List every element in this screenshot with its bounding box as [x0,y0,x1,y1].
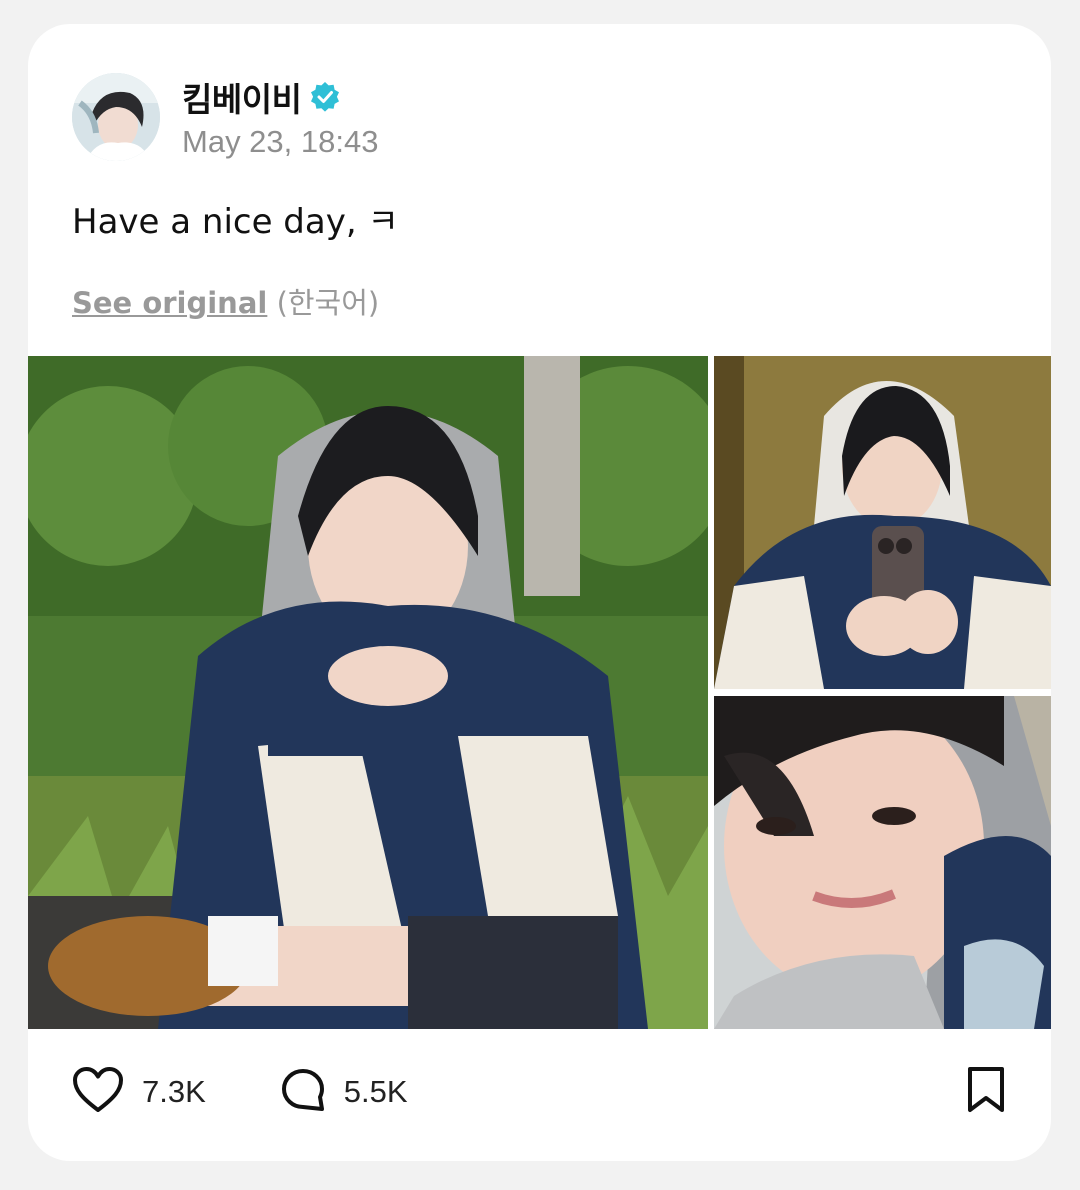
bookmark-icon [965,1065,1007,1120]
post-card: 킴베이비 May 23, 18:43 Have a nice day, ㅋ Se… [28,24,1051,1161]
original-language-label: (한국어) [276,286,380,320]
post-body-text: Have a nice day, ㅋ [72,202,399,242]
see-original-link[interactable]: See original [72,286,267,320]
bookmark-button[interactable] [965,1065,1007,1120]
translation-note: See original (한국어) [72,280,379,322]
author-meta: 킴베이비 May 23, 18:43 [182,74,378,160]
photo-sitting-outdoors[interactable] [28,356,708,1029]
like-count: 7.3K [142,1074,206,1109]
like-button[interactable]: 7.3K [72,1066,206,1119]
post-header: 킴베이비 May 23, 18:43 [72,72,378,162]
photo-closeup-selfie[interactable] [714,696,1051,1029]
photo-sitting-outdoors-image [28,356,708,1029]
author-name[interactable]: 킴베이비 [182,73,302,121]
media-gallery [28,356,1051,1029]
author-avatar[interactable] [72,73,160,161]
heart-icon [72,1066,124,1119]
photo-mirror-selfie-image [714,356,1051,689]
avatar-image [72,73,160,161]
comment-count: 5.5K [343,1074,408,1109]
photo-closeup-selfie-image [714,696,1051,1029]
photo-mirror-selfie[interactable] [714,356,1051,689]
post-timestamp: May 23, 18:43 [182,124,379,159]
author-name-row: 킴베이비 [182,74,378,120]
action-bar: 7.3K 5.5K [72,1062,1007,1122]
comment-button[interactable]: 5.5K [280,1067,408,1118]
verified-badge-icon [309,81,341,113]
comment-bubble-icon [280,1067,326,1118]
